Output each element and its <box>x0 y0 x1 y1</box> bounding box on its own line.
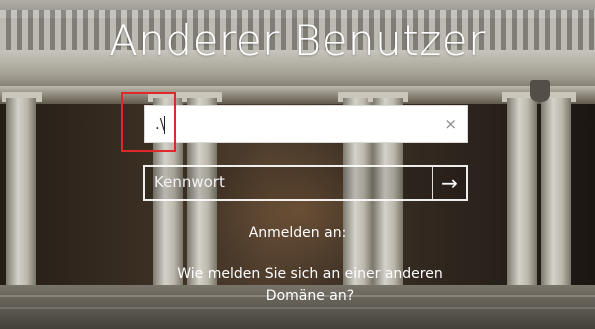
submit-button[interactable]: → <box>432 167 466 199</box>
page-title: Anderer Benutzer <box>109 16 486 65</box>
close-icon[interactable]: × <box>444 115 457 133</box>
arrow-right-icon: → <box>441 171 458 195</box>
login-screen: Anderer Benutzer .\ × Kennwort → Anmelde… <box>0 0 595 329</box>
highlight-annotation <box>121 92 176 152</box>
password-input[interactable]: Kennwort → <box>143 165 468 201</box>
password-placeholder: Kennwort <box>154 173 225 191</box>
signin-to-label: Anmelden an: <box>248 225 347 241</box>
username-input[interactable]: .\ × <box>144 105 468 143</box>
other-domain-link[interactable]: Wie melden Sie sich an einer anderen Dom… <box>150 263 470 307</box>
